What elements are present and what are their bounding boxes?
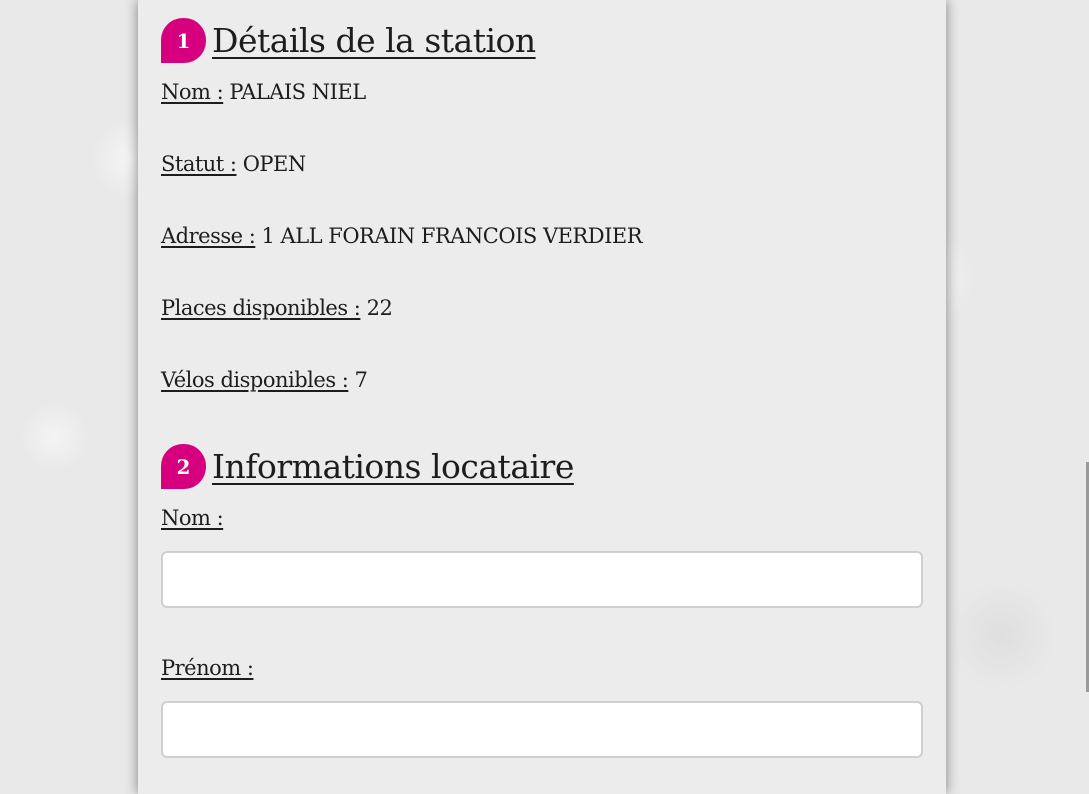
step-number-badge: 2	[161, 444, 206, 489]
available-bikes-row: Vélos disponibles : 7	[161, 368, 368, 392]
step-number-badge: 1	[161, 18, 206, 63]
station-address-row: Adresse : 1 ALL FORAIN FRANCOIS VERDIER	[161, 224, 643, 248]
station-name-label: Nom :	[161, 80, 224, 104]
available-stands-row: Places disponibles : 22	[161, 296, 393, 320]
station-name-row: Nom : PALAIS NIEL	[161, 80, 366, 104]
station-status-label: Statut :	[161, 152, 237, 176]
available-bikes-label: Vélos disponibles :	[161, 368, 349, 392]
station-section-title: Détails de la station	[212, 21, 536, 60]
available-stands-label: Places disponibles :	[161, 296, 361, 320]
station-address-value: 1 ALL FORAIN FRANCOIS VERDIER	[261, 224, 643, 248]
lastname-label: Nom :	[161, 506, 224, 530]
station-status-value: OPEN	[242, 152, 307, 176]
station-name-value: PALAIS NIEL	[229, 80, 366, 104]
lastname-input[interactable]	[161, 551, 923, 608]
station-status-row: Statut : OPEN	[161, 152, 306, 176]
available-stands-value: 22	[366, 296, 393, 320]
renter-section-header: 2 Informations locataire	[161, 444, 574, 489]
firstname-label: Prénom :	[161, 656, 254, 680]
station-section-header: 1 Détails de la station	[161, 18, 536, 63]
available-bikes-value: 7	[354, 368, 368, 392]
station-address-label: Adresse :	[161, 224, 256, 248]
renter-section-title: Informations locataire	[212, 447, 574, 486]
reservation-panel: 1 Détails de la station Nom : PALAIS NIE…	[138, 0, 946, 794]
firstname-input[interactable]	[161, 701, 923, 758]
